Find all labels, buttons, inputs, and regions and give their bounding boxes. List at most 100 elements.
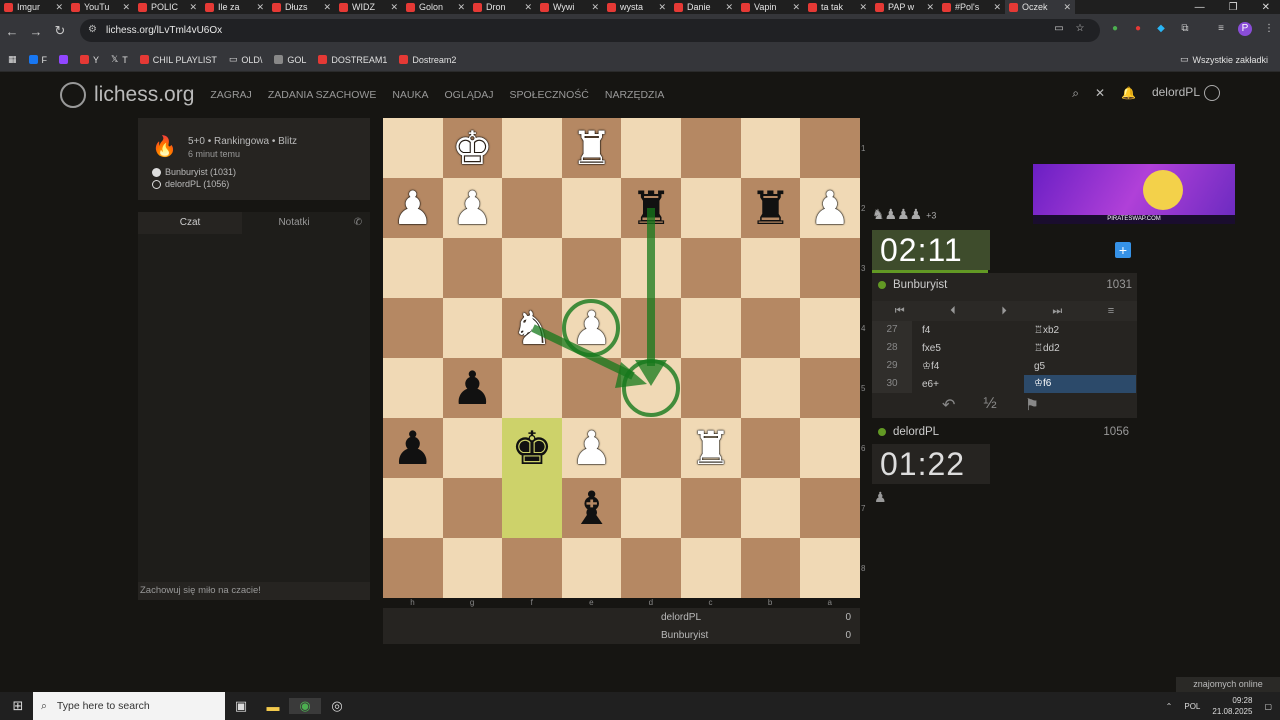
board-square[interactable] xyxy=(740,478,801,538)
shield-extension-icon[interactable]: ● xyxy=(1108,22,1122,36)
board-square[interactable] xyxy=(621,238,681,298)
board-square[interactable] xyxy=(621,298,681,358)
bookmark-youtube[interactable]: Y xyxy=(80,55,99,65)
board-square[interactable]: ♟ xyxy=(442,178,503,238)
board-square[interactable] xyxy=(800,298,860,358)
windows-start-icon[interactable]: ⊞ xyxy=(2,698,34,714)
browser-tab[interactable]: WIDZ ✕ xyxy=(335,0,402,14)
board-square[interactable] xyxy=(621,478,681,538)
board-square[interactable] xyxy=(561,238,622,298)
board-square[interactable] xyxy=(621,418,681,478)
board-square[interactable] xyxy=(502,178,562,238)
board-square[interactable] xyxy=(561,358,622,418)
back-icon[interactable]: ← xyxy=(0,24,24,39)
white-knight-piece[interactable]: ♞ xyxy=(511,305,552,351)
board-square[interactable] xyxy=(680,478,741,538)
taskbar-search[interactable]: ⌕ Type here to search xyxy=(33,692,225,720)
black-move[interactable]: g5 xyxy=(1024,361,1136,372)
bookmark-folder-old[interactable]: ▭ OLD\ xyxy=(229,54,263,65)
player-black[interactable]: delordPL (1056) xyxy=(152,179,229,189)
board-square[interactable] xyxy=(800,238,860,298)
board-square[interactable]: ♝ xyxy=(561,478,622,538)
nav-watch[interactable]: OGLĄDAJ xyxy=(445,89,494,101)
chrome-icon[interactable]: ◉ xyxy=(289,698,321,714)
board-square[interactable] xyxy=(800,358,860,418)
board-square[interactable]: ♜ xyxy=(621,178,681,238)
lichess-logo-icon[interactable] xyxy=(60,82,86,108)
black-pawn-piece[interactable]: ♟ xyxy=(392,425,433,471)
browser-tab[interactable]: POLIC ✕ xyxy=(134,0,201,14)
board-square[interactable] xyxy=(740,418,801,478)
next-move-icon[interactable]: ⏵ xyxy=(1001,305,1007,318)
reload-icon[interactable]: ↻ xyxy=(48,23,72,39)
board-square[interactable] xyxy=(621,118,681,178)
board-square[interactable]: ♟ xyxy=(561,418,622,478)
board-square[interactable] xyxy=(680,118,741,178)
menu-icon[interactable]: ≡ xyxy=(1108,305,1114,317)
forward-icon[interactable]: → xyxy=(24,24,48,39)
add-time-icon[interactable]: + xyxy=(1115,242,1131,258)
extensions-icon[interactable]: ⧉ xyxy=(1178,22,1192,36)
nav-tools[interactable]: NARZĘDZIA xyxy=(605,89,665,101)
chess-board[interactable]: ♚ ♜ ♟ ♟ ♜ ♜ ♟ ♞ ♟ ♟ ♟ ♚ ♟ ♜ ♝ xyxy=(383,118,860,598)
board-square[interactable]: ♜ xyxy=(680,418,741,478)
board-square[interactable]: ♞ xyxy=(502,298,562,358)
nav-puzzles[interactable]: ZADANIA SZACHOWE xyxy=(268,89,377,101)
board-square[interactable] xyxy=(680,358,741,418)
board-square[interactable] xyxy=(502,118,562,178)
obs-icon[interactable]: ◎ xyxy=(321,698,353,714)
board-square[interactable] xyxy=(442,478,503,538)
black-rook-piece[interactable]: ♜ xyxy=(631,185,672,231)
first-move-icon[interactable]: ⏮ xyxy=(895,305,905,318)
notification-bell-icon[interactable]: 🔔 xyxy=(1121,86,1136,100)
board-square[interactable] xyxy=(502,478,562,538)
last-move-icon[interactable]: ⏭ xyxy=(1052,305,1062,318)
board-square[interactable] xyxy=(383,238,443,298)
browser-tab[interactable]: wysta ✕ xyxy=(603,0,670,14)
browser-tab[interactable]: Oczek ✕ xyxy=(1005,0,1075,14)
white-move[interactable]: fxe5 xyxy=(912,343,1024,354)
bookmark-star-icon[interactable]: ☆ xyxy=(1073,22,1087,36)
browser-tab[interactable]: PAP w ✕ xyxy=(871,0,938,14)
nav-learn[interactable]: NAUKA xyxy=(392,89,428,101)
tab-notes[interactable]: Notatki xyxy=(242,212,346,234)
file-explorer-icon[interactable]: ▬ xyxy=(257,699,289,714)
record-extension-icon[interactable]: ● xyxy=(1131,22,1145,36)
browser-tab[interactable]: Imgur ✕ xyxy=(0,0,67,14)
profile-avatar[interactable]: P xyxy=(1238,22,1252,36)
board-square[interactable] xyxy=(502,238,562,298)
board-square[interactable] xyxy=(383,358,443,418)
resign-flag-icon[interactable]: ⚑ xyxy=(1025,395,1039,415)
bookmark-twitch[interactable] xyxy=(59,55,69,64)
bookmark-gol[interactable]: GOL xyxy=(274,55,306,65)
white-rook-piece[interactable]: ♜ xyxy=(690,425,731,471)
board-square[interactable] xyxy=(800,478,860,538)
board-square[interactable] xyxy=(680,298,741,358)
board-square[interactable] xyxy=(680,238,741,298)
black-bishop-piece[interactable]: ♝ xyxy=(571,485,612,531)
bookmark-dostream2[interactable]: Dostream2 xyxy=(399,55,456,65)
white-rook-piece[interactable]: ♜ xyxy=(571,125,612,171)
top-player[interactable]: Bunburyist 1031 xyxy=(878,279,1132,291)
board-square[interactable]: ♜ xyxy=(740,178,801,238)
advertisement-banner[interactable]: PIRATESWAP.COM xyxy=(1033,164,1235,224)
browser-tab[interactable]: YouTu ✕ xyxy=(67,0,134,14)
board-square[interactable] xyxy=(442,298,503,358)
media-icon[interactable]: ≡ xyxy=(1214,22,1228,36)
white-pawn-piece[interactable]: ♟ xyxy=(452,185,493,231)
minimize-icon[interactable]: — xyxy=(1195,2,1205,13)
browser-tab[interactable]: Danie ✕ xyxy=(670,0,737,14)
challenge-icon[interactable]: ✕ xyxy=(1095,86,1105,100)
apps-icon[interactable]: ▦ xyxy=(8,54,17,65)
close-window-icon[interactable]: ✕ xyxy=(1262,2,1270,13)
user-menu[interactable]: delordPL xyxy=(1152,85,1220,101)
board-square[interactable] xyxy=(383,478,443,538)
cast-icon[interactable]: ▭ xyxy=(1052,22,1066,36)
board-square[interactable]: ♟ xyxy=(383,178,443,238)
board-square[interactable]: ♟ xyxy=(383,418,443,478)
browser-tab[interactable]: #Pol's ✕ xyxy=(938,0,1005,14)
language-indicator[interactable]: POL xyxy=(1184,702,1200,711)
nav-play[interactable]: ZAGRAJ xyxy=(210,89,251,101)
white-move[interactable]: e6+ xyxy=(912,379,1024,390)
board-square[interactable] xyxy=(680,538,741,598)
